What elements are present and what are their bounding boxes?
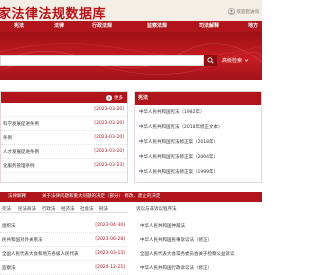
- row-title: 全国人民代表大会和地方各级人民代表: [2, 252, 79, 257]
- list-item[interactable]: 中华人民共和国宪法（1982年）: [135, 105, 261, 118]
- list-item[interactable]: [2023-03-20]: [1, 103, 127, 117]
- nav-item-constitution[interactable]: 宪法: [14, 21, 24, 32]
- nav-item-supervision-regs[interactable]: 监察法规: [147, 21, 167, 32]
- more-arrow-icon: [106, 94, 112, 101]
- list-item-title: 人才发展促进条例: [3, 150, 39, 155]
- user-icon: [227, 8, 235, 15]
- section-bar-text[interactable]: 关于法律问题和重大问题的决定（部分） 修改、废止的决定: [42, 192, 160, 202]
- row-date: [2023-06-28]: [95, 237, 125, 242]
- table-row[interactable]: 民共和国对外关系法 [2023-06-28]: [0, 233, 128, 247]
- list-item-title: 条例: [3, 136, 12, 141]
- list-item[interactable]: 中华人民共和国宪法修正案（2004年）: [135, 150, 261, 163]
- more-button[interactable]: 更多: [106, 94, 123, 101]
- list-item-title: 化服务管理条例: [3, 164, 35, 169]
- list-item[interactable]: 化服务管理条例 [2023-03-23]: [1, 159, 127, 173]
- list-item[interactable]: 科学发展促进条例 [2023-03-20]: [1, 117, 127, 131]
- list-item-date: [2023-03-20]: [94, 149, 124, 154]
- list-item[interactable]: 中华人民共和国仲裁法: [136, 219, 262, 232]
- procedure-law-title: 诉讼与非诉讼程序法: [136, 207, 177, 212]
- latest-regulations-panel: 更多 [2023-03-20] 科学发展促进条例 [2023-03-20] 条例…: [0, 91, 128, 183]
- list-item-title: 中华人民共和国宪法（2018年修正文本）: [139, 125, 223, 130]
- list-item-title: 全国人民代表大会常务委员会关于检察公益诉讼: [140, 252, 235, 257]
- list-item-title: 中华人民共和国宪法修正案（1999年）: [139, 170, 218, 175]
- nav-item-judicial-interp[interactable]: 司法解释: [199, 21, 219, 32]
- list-item[interactable]: 人才发展促进条例 [2023-03-20]: [1, 145, 127, 159]
- list-item[interactable]: 中华人民共和国宪法修正案（2018年）: [135, 135, 261, 148]
- nav-item-local[interactable]: 地方: [248, 21, 258, 32]
- site-title: 家法律法规数据库: [0, 7, 107, 22]
- nav-item-law[interactable]: 法律: [54, 21, 64, 32]
- list-item[interactable]: 全国人民代表大会常务委员会关于检察公益诉讼: [136, 247, 262, 260]
- search-input[interactable]: [1, 56, 203, 65]
- list-item-title: 中华人民共和国仲裁法: [140, 224, 185, 229]
- list-item-title: 中华人民共和国行政诉讼法（修正）: [140, 266, 212, 271]
- welcome-label: 欢迎您访问: [236, 9, 260, 15]
- panel-title: 宪法: [135, 92, 261, 105]
- tab-administrative[interactable]: 行政法: [42, 206, 56, 212]
- list-item-date: [2023-03-20]: [94, 135, 124, 140]
- tab-civil-commercial[interactable]: 民法商法: [18, 206, 36, 212]
- table-row[interactable]: 全国人民代表大会和地方各级人民代表 [2023-03-13]: [0, 247, 128, 261]
- list-item-date: [2023-03-23]: [94, 163, 124, 168]
- list-item[interactable]: 条例 [2023-03-20]: [1, 131, 127, 145]
- section-bar-label[interactable]: 法律解释: [8, 192, 26, 202]
- constitution-panel: 宪法 中华人民共和国宪法（1982年） 中华人民共和国宪法（2018年修正文本）…: [134, 91, 262, 183]
- chevron-down-icon: [244, 59, 249, 62]
- list-item-title: 中华人民共和国宪法（1982年）: [139, 110, 205, 115]
- panel-header: 更多: [1, 92, 127, 103]
- site-header: 家法律法规数据库 欢迎您访问: [0, 0, 262, 22]
- list-item[interactable]: 中华人民共和国行政诉讼法（修正）: [136, 261, 262, 274]
- table-row[interactable]: 监察法 [2024-12-25]: [0, 261, 128, 275]
- more-label: 更多: [114, 95, 123, 101]
- row-date: [2024-12-25]: [95, 265, 125, 270]
- row-date: [2023-03-13]: [95, 251, 125, 256]
- advanced-search-label: 高级检索: [222, 58, 243, 64]
- table-row[interactable]: 组织法 [2023-04-30]: [0, 219, 128, 233]
- nav-item-admin-regs[interactable]: 行政法规: [92, 21, 112, 32]
- advanced-search-link[interactable]: 高级检索: [222, 57, 249, 64]
- list-item-title: 中华人民共和国民事诉讼法（修正）: [140, 238, 212, 243]
- row-title: 组织法: [2, 224, 16, 229]
- tab-constitution[interactable]: 宪法: [2, 206, 11, 212]
- list-item-title: 中华人民共和国宪法修正案（2018年）: [139, 140, 218, 145]
- main-nav: 宪法 法律 行政法规 监察法规 司法解释 地方: [0, 21, 262, 32]
- row-title: 民共和国对外关系法: [2, 238, 43, 243]
- search-button[interactable]: [204, 55, 217, 66]
- list-item-date: [2023-03-20]: [94, 121, 124, 126]
- list-item-date: [2023-03-20]: [94, 107, 124, 112]
- row-title: 监察法: [2, 266, 16, 271]
- section-bar: 法律解释 关于法律问题和重大问题的决定（部分） 修改、废止的决定: [0, 192, 262, 202]
- tab-criminal[interactable]: 刑法: [99, 206, 108, 212]
- row-date: [2023-04-30]: [95, 223, 125, 228]
- search-icon: [207, 57, 214, 64]
- search-box: [0, 55, 204, 66]
- list-item[interactable]: 中华人民共和国民事诉讼法（修正）: [136, 233, 262, 246]
- list-item-title: 科学发展促进条例: [3, 122, 39, 127]
- list-item[interactable]: 中华人民共和国宪法修正案（1999年）: [135, 165, 261, 178]
- list-item[interactable]: 中华人民共和国宪法（2018年修正文本）: [135, 120, 261, 133]
- tab-social[interactable]: 社会法: [80, 206, 94, 212]
- tab-economic[interactable]: 经济法: [61, 206, 75, 212]
- list-item-title: 中华人民共和国宪法修正案（2004年）: [139, 155, 218, 160]
- category-tabs: 宪法 民法商法 行政法 经济法 社会法 刑法: [0, 204, 128, 213]
- welcome-link[interactable]: 欢迎您访问: [227, 8, 260, 15]
